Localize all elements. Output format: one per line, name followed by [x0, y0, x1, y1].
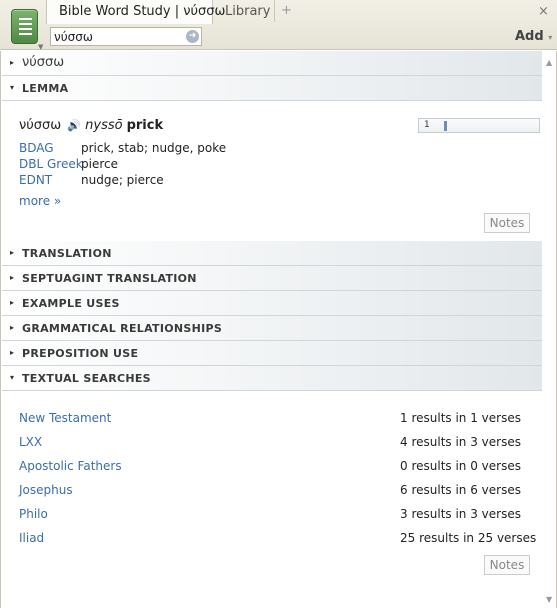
tab-label: Library [225, 4, 271, 19]
lemma-headword: νύσσω 🔊 nyssō prick [19, 118, 163, 133]
tab-bible-word-study[interactable]: Bible Word Study | νύσσω [46, 0, 225, 24]
definition-row: BDAG prick, stab; nudge, poke [19, 141, 226, 155]
definition-source-link[interactable]: DBL Greek [19, 157, 83, 171]
section-lemma[interactable]: ▾ LEMMA [2, 76, 542, 101]
scroll-down-arrow-icon[interactable]: ▼ [546, 595, 552, 604]
search-box: ➜ [50, 27, 202, 46]
result-count: 3 results in 3 verses [400, 507, 521, 521]
result-count: 1 results in 1 verses [400, 411, 521, 425]
result-count: 4 results in 3 verses [400, 435, 521, 449]
new-tab-button[interactable]: + [281, 3, 292, 18]
section-label: PREPOSITION USE [22, 347, 139, 360]
lemma-gloss: prick [126, 118, 164, 133]
search-result-row: Iliad 25 results in 25 verses [19, 531, 539, 545]
search-result-row: New Testament 1 results in 1 verses [19, 411, 539, 425]
section-word[interactable]: ▸ νύσσω [2, 51, 542, 76]
occurrence-count: 1 [424, 120, 430, 130]
speaker-icon[interactable]: 🔊 [67, 119, 81, 132]
textual-searches-notes-button[interactable]: Notes [484, 555, 530, 575]
section-label: EXAMPLE USES [22, 297, 120, 310]
collapsed-triangle-icon: ▸ [10, 248, 15, 257]
expanded-triangle-icon: ▾ [10, 83, 15, 92]
search-result-row: LXX 4 results in 3 verses [19, 435, 539, 449]
search-result-row: Josephus 6 results in 6 verses [19, 483, 539, 497]
section-label: νύσσω [22, 55, 65, 70]
section-preposition-use[interactable]: ▸ PREPOSITION USE [2, 341, 542, 366]
section-label: SEPTUAGINT TRANSLATION [22, 272, 197, 285]
collapsed-triangle-icon: ▸ [10, 298, 15, 307]
corpus-link[interactable]: LXX [19, 435, 42, 449]
section-label: GRAMMATICAL RELATIONSHIPS [22, 322, 223, 335]
menu-icon [11, 9, 38, 44]
lemma-transliteration: nyssō [85, 118, 123, 133]
section-grammatical-relationships[interactable]: ▸ GRAMMATICAL RELATIONSHIPS [2, 316, 542, 341]
search-result-row: Philo 3 results in 3 verses [19, 507, 539, 521]
search-result-row: Apostolic Fathers 0 results in 0 verses [19, 459, 539, 473]
section-septuagint-translation[interactable]: ▸ SEPTUAGINT TRANSLATION [2, 266, 542, 291]
tab-library[interactable]: Library [213, 0, 275, 22]
go-arrow-icon[interactable]: ➜ [186, 30, 199, 43]
result-count: 25 results in 25 verses [400, 531, 537, 545]
lemma-notes-button[interactable]: Notes [484, 213, 530, 233]
app-menu-button[interactable]: ▼ [4, 4, 44, 51]
more-link[interactable]: more » [19, 194, 61, 208]
definition-row: DBL Greekpierce [19, 157, 118, 171]
definition-text: nudge; pierce [81, 173, 164, 187]
corpus-link[interactable]: Philo [19, 507, 48, 521]
result-count: 0 results in 0 verses [400, 459, 521, 473]
search-input[interactable] [54, 29, 182, 44]
collapsed-triangle-icon: ▸ [10, 58, 15, 67]
chevron-down-icon: ▼ [38, 43, 44, 51]
add-button[interactable]: Add ▾ [515, 29, 552, 44]
result-count: 6 results in 6 verses [400, 483, 521, 497]
corpus-link[interactable]: Iliad [19, 531, 44, 545]
definition-source-link[interactable]: EDNT [19, 173, 81, 187]
collapsed-triangle-icon: ▸ [10, 273, 15, 282]
expanded-triangle-icon: ▾ [10, 373, 15, 382]
corpus-link[interactable]: Josephus [19, 483, 73, 497]
corpus-link[interactable]: New Testament [19, 411, 111, 425]
section-textual-searches[interactable]: ▾ TEXTUAL SEARCHES [2, 366, 542, 391]
word-study-panel: ▲ ▸ νύσσω ▾ LEMMA νύσσω 🔊 nyssō prick 1 BDA… [0, 51, 557, 608]
occurrence-fill [444, 121, 447, 131]
section-example-uses[interactable]: ▸ EXAMPLE USES [2, 291, 542, 316]
chevron-down-icon: ▾ [548, 33, 553, 42]
tab-label: Bible Word Study | νύσσω [59, 4, 226, 19]
definition-source-link[interactable]: BDAG [19, 141, 81, 155]
section-label: TEXTUAL SEARCHES [22, 372, 151, 385]
occurrence-bar[interactable]: 1 [418, 118, 540, 133]
section-label: LEMMA [22, 82, 69, 95]
top-toolbar: ▼ Bible Word Study | νύσσω Library + × ➜… [0, 0, 557, 51]
corpus-link[interactable]: Apostolic Fathers [19, 459, 122, 473]
collapsed-triangle-icon: ▸ [10, 348, 15, 357]
definition-text: pierce [81, 157, 118, 171]
section-translation[interactable]: ▸ TRANSLATION [2, 241, 542, 266]
definition-row: EDNT nudge; pierce [19, 173, 164, 187]
lemma-greek: νύσσω [19, 118, 62, 133]
collapsed-triangle-icon: ▸ [10, 323, 15, 332]
definition-text: prick, stab; nudge, poke [81, 141, 227, 155]
section-label: TRANSLATION [22, 247, 112, 260]
close-icon[interactable]: × [538, 4, 549, 19]
scroll-up-arrow-icon[interactable]: ▲ [546, 58, 552, 67]
add-label: Add [515, 29, 544, 44]
